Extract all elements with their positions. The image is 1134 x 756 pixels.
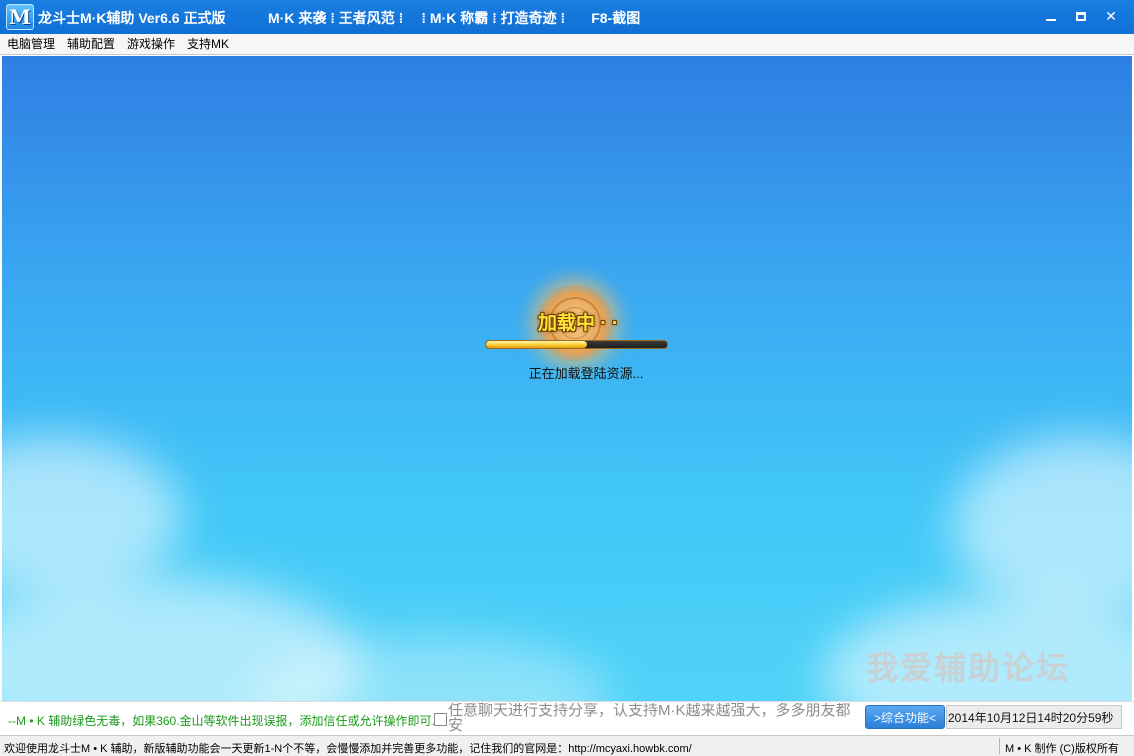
- window-controls: ✕: [1036, 6, 1126, 26]
- title-tab-mk-laixi[interactable]: M·K 来袭 ⁞ 王者风范 ⁞: [268, 8, 403, 28]
- minimize-icon: [1046, 19, 1056, 21]
- welcome-status-text: 欢迎使用龙斗士M • K 辅助，新版辅助功能会一天更新1-N个不等，会慢慢添加并…: [4, 743, 692, 755]
- info-bar: --M • K 辅助绿色无毒，如果360.金山等软件出现误报，添加信任或允许操作…: [0, 701, 1134, 735]
- antivirus-tip: --M • K 辅助绿色无毒，如果360.金山等软件出现误报，添加信任或允许操作…: [8, 714, 435, 728]
- status-divider: [999, 738, 1000, 754]
- datetime-display: 2014年10月12日14时20分59秒: [946, 705, 1122, 729]
- game-viewport[interactable]: 加载中 · · 正在加载登陆资源... 我爱辅助论坛: [2, 56, 1132, 701]
- loading-progress-fill: [486, 341, 588, 348]
- title-tab-mk-chengba[interactable]: ⁞ M·K 称霸 ⁞ 打造奇迹 ⁞: [421, 8, 565, 28]
- tip-checkbox[interactable]: [434, 713, 447, 726]
- title-tab-screenshot[interactable]: F8-截图: [591, 8, 640, 28]
- menu-game-operations[interactable]: 游戏操作: [121, 34, 181, 54]
- title-tabs: M·K 来袭 ⁞ 王者风范 ⁞ ⁞ M·K 称霸 ⁞ 打造奇迹 ⁞ F8-截图: [268, 8, 640, 28]
- scrolling-notice: 任意聊天进行支持分享，认支持M·K越来越强大，多多朋友都 安: [448, 703, 868, 733]
- maximize-icon: [1076, 11, 1086, 21]
- app-title: 龙斗士M·K辅助 Ver6.6 正式版: [38, 10, 226, 26]
- title-bar: M 龙斗士M·K辅助 Ver6.6 正式版 M·K 来袭 ⁞ 王者风范 ⁞ ⁞ …: [0, 0, 1134, 34]
- menu-computer-management[interactable]: 电脑管理: [0, 34, 61, 54]
- menu-support-mk[interactable]: 支持MK: [181, 34, 235, 54]
- close-icon: ✕: [1105, 7, 1117, 24]
- scrolling-notice-line-1: 任意聊天进行支持分享，认支持M·K越来越强大，多多朋友都: [448, 703, 851, 719]
- maximize-button[interactable]: [1066, 6, 1096, 26]
- loading-progress-bar: [485, 340, 668, 349]
- app-logo-icon: M: [6, 4, 34, 30]
- status-bar: 欢迎使用龙斗士M • K 辅助，新版辅助功能会一天更新1-N个不等，会慢慢添加并…: [0, 735, 1134, 756]
- loading-label: 加载中 · ·: [538, 313, 619, 334]
- app-window: M 龙斗士M·K辅助 Ver6.6 正式版 M·K 来袭 ⁞ 王者风范 ⁞ ⁞ …: [0, 0, 1134, 756]
- forum-watermark: 我爱辅助论坛: [866, 650, 1071, 686]
- loading-status-text: 正在加载登陆资源...: [528, 366, 644, 381]
- close-button[interactable]: ✕: [1096, 6, 1126, 26]
- comprehensive-features-button[interactable]: >综合功能<: [865, 705, 945, 729]
- copyright-text: M • K 制作 (C)版权所有: [1005, 743, 1119, 755]
- minimize-button[interactable]: [1036, 6, 1066, 26]
- scrolling-notice-line-2: 安: [448, 717, 464, 733]
- menu-bar: 电脑管理 辅助配置 游戏操作 支持MK: [0, 34, 1134, 55]
- menu-assist-config[interactable]: 辅助配置: [61, 34, 121, 54]
